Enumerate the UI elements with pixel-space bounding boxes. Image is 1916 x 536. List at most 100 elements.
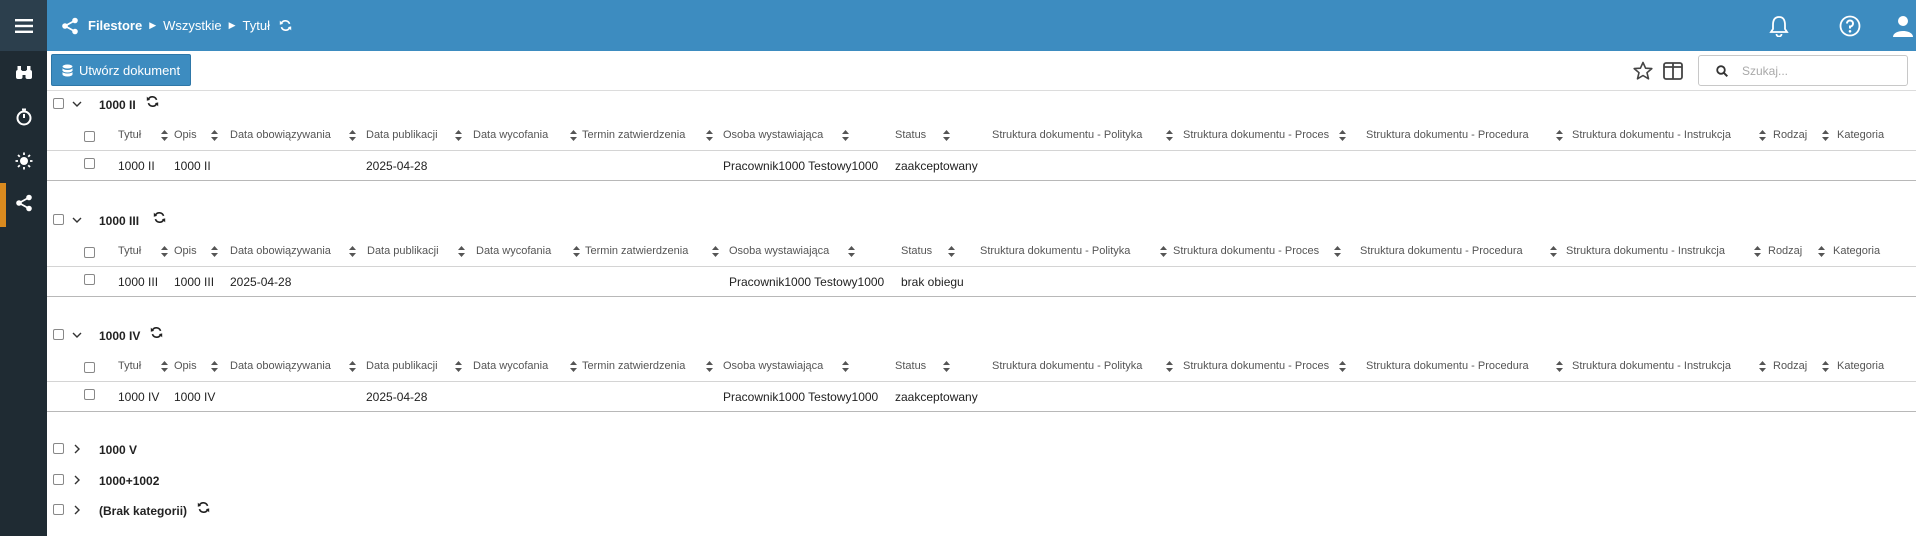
group-select-checkbox[interactable] xyxy=(53,98,64,109)
column-header[interactable]: Data obowiązywania xyxy=(230,245,331,257)
column-sort-toggle[interactable] xyxy=(349,359,357,372)
row-select-checkbox[interactable] xyxy=(84,389,95,400)
column-header[interactable]: Struktura dokumentu - Instrukcja xyxy=(1572,129,1731,141)
column-header[interactable]: Data wycofania xyxy=(473,360,548,372)
column-header[interactable]: Tytuł xyxy=(118,245,141,257)
create-document-button[interactable]: Utwórz dokument xyxy=(51,54,192,86)
rail-item-filestore[interactable] xyxy=(0,183,47,227)
user-account-button[interactable] xyxy=(1889,12,1916,40)
column-sort-toggle[interactable] xyxy=(706,128,714,141)
column-sort-toggle[interactable] xyxy=(948,244,956,257)
column-header[interactable]: Data obowiązywania xyxy=(230,360,331,372)
refresh-icon[interactable] xyxy=(279,19,292,32)
column-header[interactable]: Struktura dokumentu - Proces xyxy=(1173,245,1319,257)
search-box[interactable] xyxy=(1698,55,1908,86)
table-row[interactable]: 1000 II 1000 II 2025-04-28 Pracownik1000 Te… xyxy=(47,151,1916,181)
column-header[interactable]: Data publikacji xyxy=(366,360,438,372)
column-header[interactable]: Data publikacji xyxy=(367,245,439,257)
group-expand-toggle[interactable] xyxy=(70,472,84,488)
column-header[interactable]: Termin zatwierdzenia xyxy=(582,129,685,141)
select-all-checkbox[interactable] xyxy=(84,131,95,142)
group-select-checkbox[interactable] xyxy=(53,504,64,515)
group-expand-toggle[interactable] xyxy=(70,96,84,112)
column-sort-toggle[interactable] xyxy=(1166,359,1174,372)
select-all-checkbox[interactable] xyxy=(84,362,95,373)
group-refresh-button[interactable] xyxy=(146,95,162,111)
column-sort-toggle[interactable] xyxy=(1759,128,1767,141)
row-select-checkbox[interactable] xyxy=(84,274,95,285)
column-sort-toggle[interactable] xyxy=(842,128,850,141)
column-header[interactable]: Data obowiązywania xyxy=(230,129,331,141)
search-input[interactable] xyxy=(1742,63,1902,78)
column-header[interactable]: Status xyxy=(895,360,926,372)
column-sort-toggle[interactable] xyxy=(943,359,951,372)
column-header[interactable]: Osoba wystawiająca xyxy=(729,245,829,257)
column-sort-toggle[interactable] xyxy=(458,244,466,257)
column-header[interactable]: Rodzaj xyxy=(1773,129,1807,141)
group-select-checkbox[interactable] xyxy=(53,474,64,485)
column-header[interactable]: Struktura dokumentu - Polityka xyxy=(992,360,1142,372)
group-refresh-button[interactable] xyxy=(197,501,213,517)
group-select-checkbox[interactable] xyxy=(53,329,64,340)
column-header[interactable]: Struktura dokumentu - Instrukcja xyxy=(1566,245,1725,257)
column-sort-toggle[interactable] xyxy=(349,128,357,141)
column-sort-toggle[interactable] xyxy=(1339,128,1347,141)
column-header[interactable]: Rodzaj xyxy=(1773,360,1807,372)
column-sort-toggle[interactable] xyxy=(1166,128,1174,141)
column-sort-toggle[interactable] xyxy=(570,359,578,372)
table-row[interactable]: 1000 IV 1000 IV 2025-04-28 Pracownik1000 Te… xyxy=(47,382,1916,412)
column-sort-toggle[interactable] xyxy=(455,128,463,141)
column-sort-toggle[interactable] xyxy=(1754,244,1762,257)
column-header[interactable]: Kategoria xyxy=(1837,129,1884,141)
column-header[interactable]: Struktura dokumentu - Procedura xyxy=(1366,360,1529,372)
column-header[interactable]: Struktura dokumentu - Instrukcja xyxy=(1572,360,1731,372)
column-sort-toggle[interactable] xyxy=(455,359,463,372)
column-header[interactable]: Opis xyxy=(174,360,197,372)
column-sort-toggle[interactable] xyxy=(1334,244,1342,257)
group-expand-toggle[interactable] xyxy=(70,212,84,228)
column-sort-toggle[interactable] xyxy=(1822,359,1830,372)
column-header[interactable]: Opis xyxy=(174,129,197,141)
column-header[interactable]: Kategoria xyxy=(1837,360,1884,372)
breadcrumb-item-filestore[interactable]: Filestore xyxy=(88,18,142,33)
column-sort-toggle[interactable] xyxy=(1556,128,1564,141)
column-sort-toggle[interactable] xyxy=(161,244,169,257)
breadcrumb-item-title[interactable]: Tytuł xyxy=(243,18,270,33)
group-header[interactable]: (Brak kategorii) xyxy=(47,497,347,525)
column-header[interactable]: Struktura dokumentu - Polityka xyxy=(980,245,1130,257)
column-sort-toggle[interactable] xyxy=(211,128,219,141)
column-header[interactable]: Tytuł xyxy=(118,360,141,372)
column-header[interactable]: Status xyxy=(895,129,926,141)
column-header[interactable]: Kategoria xyxy=(1833,245,1880,257)
column-header[interactable]: Opis xyxy=(174,245,197,257)
column-header[interactable]: Struktura dokumentu - Procedura xyxy=(1366,129,1529,141)
column-sort-toggle[interactable] xyxy=(712,244,720,257)
column-sort-toggle[interactable] xyxy=(943,128,951,141)
notifications-button[interactable] xyxy=(1765,12,1793,40)
column-sort-toggle[interactable] xyxy=(1160,244,1168,257)
group-expand-toggle[interactable] xyxy=(70,327,84,343)
favorite-button[interactable] xyxy=(1629,57,1657,85)
column-sort-toggle[interactable] xyxy=(1550,244,1558,257)
column-header[interactable]: Osoba wystawiająca xyxy=(723,129,823,141)
column-sort-toggle[interactable] xyxy=(848,244,856,257)
column-sort-toggle[interactable] xyxy=(211,244,219,257)
column-header[interactable]: Data wycofania xyxy=(473,129,548,141)
column-header[interactable]: Termin zatwierdzenia xyxy=(585,245,688,257)
column-header[interactable]: Struktura dokumentu - Proces xyxy=(1183,129,1329,141)
column-header[interactable]: Tytuł xyxy=(118,129,141,141)
breadcrumb-item-all[interactable]: Wszystkie xyxy=(163,18,222,33)
column-header[interactable]: Osoba wystawiająca xyxy=(723,360,823,372)
row-select-checkbox[interactable] xyxy=(84,158,95,169)
column-sort-toggle[interactable] xyxy=(573,244,581,257)
group-select-checkbox[interactable] xyxy=(53,443,64,454)
column-sort-toggle[interactable] xyxy=(706,359,714,372)
table-row[interactable]: 1000 III 1000 III 2025-04-28 Pracownik1000 … xyxy=(47,267,1916,297)
column-sort-toggle[interactable] xyxy=(1339,359,1347,372)
column-header[interactable]: Data publikacji xyxy=(366,129,438,141)
group-expand-toggle[interactable] xyxy=(70,502,84,518)
column-sort-toggle[interactable] xyxy=(1818,244,1826,257)
group-header[interactable]: 1000 IV xyxy=(47,322,347,350)
column-sort-toggle[interactable] xyxy=(161,128,169,141)
group-refresh-button[interactable] xyxy=(150,326,166,342)
